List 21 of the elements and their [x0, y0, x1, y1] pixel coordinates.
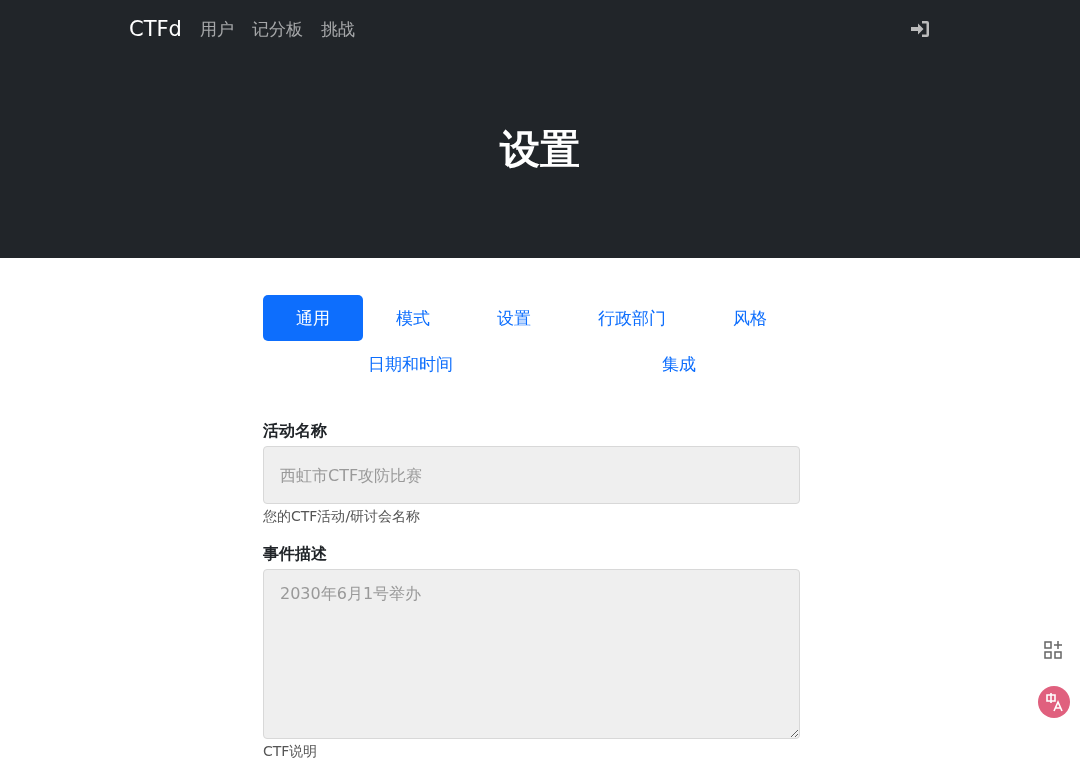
translate-icon[interactable] [1038, 686, 1070, 718]
settings-tab[interactable]: 集成 [557, 341, 800, 387]
help-text: CTF说明 [263, 743, 319, 761]
input-field[interactable]: 西虹市CTF攻防比赛 [263, 446, 800, 504]
help-text: 您的CTF活动/研讨会名称 [263, 508, 422, 526]
nav-link[interactable]: 挑战 [320, 17, 355, 41]
field-label: 活动名称 [263, 421, 328, 442]
settings-tab[interactable]: 日期和时间 [263, 341, 557, 387]
settings-tab[interactable]: 模式 [363, 295, 464, 341]
nav-link[interactable]: 用户 [199, 17, 234, 41]
settings-tab[interactable]: 风格 [699, 295, 800, 341]
settings-tab[interactable]: 行政部门 [564, 295, 700, 341]
settings-tab[interactable]: 通用 [263, 295, 363, 341]
login-icon[interactable] [910, 20, 930, 38]
nav-link[interactable]: 记分板 [251, 17, 303, 41]
grid-icon[interactable] [1044, 640, 1064, 660]
field-label: 事件描述 [263, 544, 328, 565]
brand-link[interactable]: CTFd [129, 17, 182, 41]
settings-tab[interactable]: 设置 [463, 295, 565, 341]
text-area[interactable]: 2030年6月1号举办 [263, 569, 800, 739]
page-title: 设置 [500, 125, 580, 174]
